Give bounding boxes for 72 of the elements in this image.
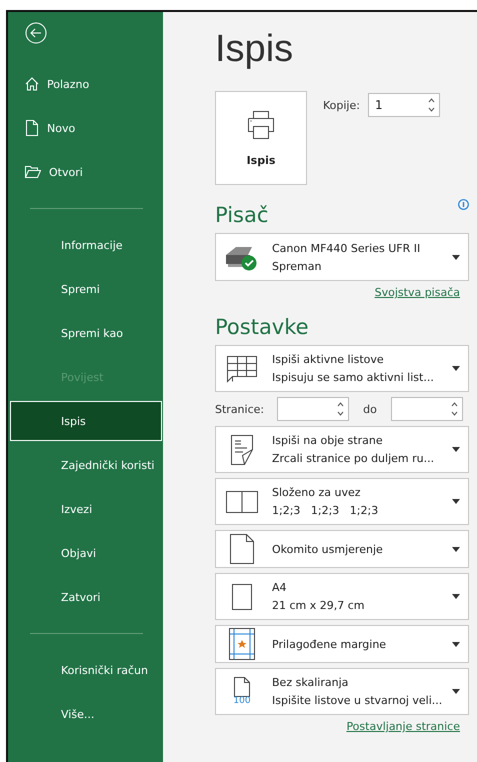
pages-to-field[interactable] <box>390 397 463 421</box>
sidebar-item[interactable]: Zajednički koristi <box>10 445 162 485</box>
sidebar-item[interactable]: Ispis <box>10 401 162 441</box>
sidebar-item[interactable]: Objavi <box>10 533 162 573</box>
printer-name: Canon MF440 Series UFR II <box>272 242 422 254</box>
page-setup-link[interactable]: Postavljanje stranice <box>346 720 460 733</box>
caret-icon <box>452 594 460 599</box>
caret-icon <box>452 499 460 504</box>
option-title: Okomito usmjerenje <box>272 542 384 556</box>
scale-percent: 100 <box>233 697 251 706</box>
option-subtitle: Ispisuju se samo aktivni list... <box>272 371 435 384</box>
section-heading: Postavke <box>215 315 309 339</box>
caret-icon <box>452 546 460 552</box>
settings-dropdown[interactable]: Ispiši aktivne listove Ispisuju se samo aktivni list... <box>215 345 469 392</box>
option-title: Ispiši aktivne listove <box>272 353 385 366</box>
caret-icon <box>452 689 460 694</box>
printer-properties-link[interactable]: Svojstva pisača <box>374 286 460 299</box>
caret-icon <box>452 366 460 371</box>
spinner-arrows-icon <box>337 401 344 417</box>
option-title: Bez skaliranja <box>272 676 350 689</box>
option-subtitle: Ispišite listove u stvarnoj veli... <box>272 694 442 707</box>
page-title: Ispis <box>215 28 294 71</box>
printer-dropdown[interactable]: Canon MF440 Series UFR II Spreman <box>215 233 469 281</box>
caret-icon <box>452 447 460 452</box>
pages-label: Stranice: <box>215 402 264 416</box>
sidebar-item[interactable]: Spremi <box>10 269 162 309</box>
spinner-arrows-icon <box>428 97 435 113</box>
home-icon <box>25 77 39 91</box>
sheet-grid-icon <box>226 354 258 382</box>
settings-dropdown[interactable]: 100 Bez skaliranja Ispišite listove u stvarnoj veli... <box>215 668 469 715</box>
margins-icon <box>229 628 255 660</box>
printer-icon <box>248 110 274 140</box>
two-pages-icon <box>226 490 258 512</box>
page-icon <box>234 677 250 697</box>
sidebar-item[interactable]: Korisnički račun <box>10 650 162 690</box>
printer-status: Spreman <box>272 260 322 272</box>
sidebar-item[interactable]: Novo <box>10 108 162 148</box>
settings-dropdown[interactable]: Prilagođene margine <box>215 625 469 663</box>
section-heading: Pisač <box>215 203 268 227</box>
back-icon[interactable] <box>25 22 47 44</box>
paper-size-icon <box>232 584 252 610</box>
option-title: Prilagođene margine <box>272 638 388 650</box>
sidebar-item[interactable]: Otvori <box>10 152 162 192</box>
sidebar-item[interactable]: Polazno <box>10 64 162 104</box>
print-button[interactable]: Ispis <box>215 91 307 185</box>
caret-icon <box>452 254 460 260</box>
option-subtitle: 1;2;3 1;2;3 1;2;3 <box>272 504 380 517</box>
option-title: Složeno za uvez <box>272 486 362 499</box>
settings-dropdown[interactable]: A4 21 cm x 29,7 cm <box>215 573 469 620</box>
settings-dropdown[interactable]: Okomito usmjerenje <box>215 530 469 568</box>
option-subtitle: 21 cm x 29,7 cm <box>272 599 366 612</box>
portrait-page-icon <box>230 534 254 564</box>
option-subtitle: Zrcali stranice po duljem ru... <box>272 452 436 465</box>
spinner-arrows-icon <box>450 401 458 417</box>
copies-label: Kopije: <box>323 98 360 112</box>
settings-dropdown[interactable]: Ispiši na obje strane Zrcali stranice po duljem ru... <box>215 426 469 473</box>
option-title: A4 <box>272 581 288 594</box>
settings-dropdown[interactable]: Složeno za uvez 1;2;3 1;2;3 1;2;3 <box>215 478 469 525</box>
sidebar-item[interactable]: Izvezi <box>10 489 162 529</box>
document-icon <box>25 120 39 136</box>
sidebar-item[interactable]: Zatvori <box>10 577 162 617</box>
sidebar-item[interactable]: Informacije <box>10 225 162 265</box>
sidebar-item[interactable]: Više... <box>10 694 162 734</box>
pages-from-field[interactable] <box>277 397 350 421</box>
info-icon[interactable] <box>458 199 469 210</box>
folder-icon <box>25 166 41 178</box>
copies-field[interactable]: 1 <box>368 93 440 117</box>
to-label: do <box>363 402 377 416</box>
caret-icon <box>452 642 460 646</box>
option-title: Ispiši na obje strane <box>272 434 384 447</box>
sidebar-item[interactable]: Spremi kao <box>10 313 162 353</box>
two-sided-page-icon <box>229 434 255 466</box>
